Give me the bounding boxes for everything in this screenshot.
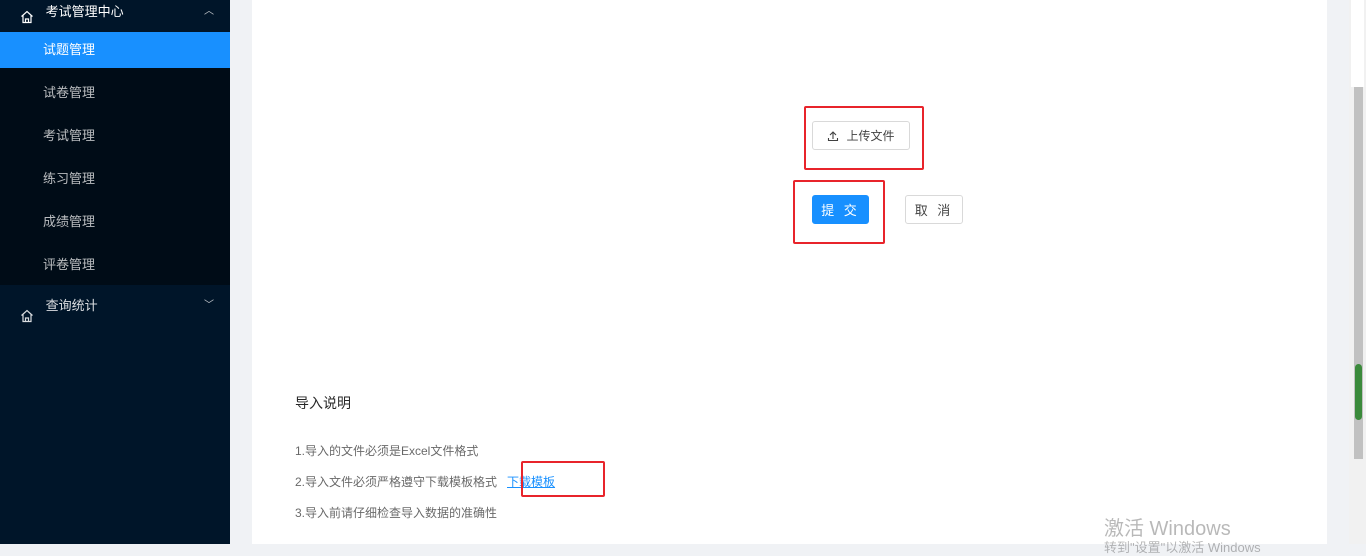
sidebar-item-scores[interactable]: 成绩管理	[0, 204, 230, 240]
upload-icon	[828, 130, 839, 141]
sidebar-item-practice[interactable]: 练习管理	[0, 161, 230, 197]
download-template-link[interactable]: 下载模板	[507, 475, 555, 489]
vertical-scrollbar[interactable]	[1349, 0, 1366, 544]
instruction-note-with-link: 2.导入文件必须严格遵守下载模板格式 下载模板	[295, 473, 555, 490]
menu-group-statistics[interactable]: 查询统计 ﹀	[0, 285, 230, 327]
instruction-note: 1.导入的文件必须是Excel文件格式	[295, 444, 479, 458]
instructions-title: 导入说明	[295, 395, 351, 411]
windows-activation-subtitle: 转到"设置"以激活 Windows	[1104, 540, 1261, 555]
sidebar-item-exams[interactable]: 考试管理	[0, 118, 230, 154]
instruction-note: 2.导入文件必须严格遵守下载模板格式	[295, 475, 498, 489]
sidebar-item-questions[interactable]: 试题管理	[0, 32, 230, 68]
upload-file-button[interactable]: 上传文件	[812, 121, 910, 150]
menu-group-exam-center[interactable]: 考试管理中心 ︿	[0, 0, 230, 32]
home-icon	[20, 4, 34, 24]
submit-button[interactable]: 提 交	[812, 195, 869, 224]
main-content: 上传文件 提 交 取 消 导入说明 1.导入的文件必须是Excel文件格式 2.…	[230, 0, 1353, 544]
menu-group-label: 考试管理中心	[45, 4, 124, 19]
instruction-note: 3.导入前请仔细检查导入数据的准确性	[295, 506, 498, 520]
scrollbar-track	[1351, 0, 1364, 87]
chevron-down-icon: ﹀	[204, 300, 214, 311]
scrollbar-grip[interactable]	[1355, 364, 1362, 420]
cancel-button[interactable]: 取 消	[905, 195, 963, 224]
home-icon	[20, 298, 34, 323]
sidebar-item-papers[interactable]: 试卷管理	[0, 75, 230, 111]
menu-group-label: 查询统计	[45, 298, 98, 313]
upload-file-label: 上传文件	[846, 129, 895, 143]
import-card: 上传文件 提 交 取 消 导入说明 1.导入的文件必须是Excel文件格式 2.…	[252, 0, 1327, 544]
sidebar-item-grading[interactable]: 评卷管理	[0, 247, 230, 283]
submenu-list: 试题管理 试卷管理 考试管理 练习管理 成绩管理 评卷管理	[0, 32, 230, 285]
chevron-up-icon: ︿	[204, 6, 214, 17]
sidebar: 考试管理中心 ︿ 试题管理 试卷管理 考试管理 练习管理 成绩管理 评卷管理 查…	[0, 0, 230, 544]
